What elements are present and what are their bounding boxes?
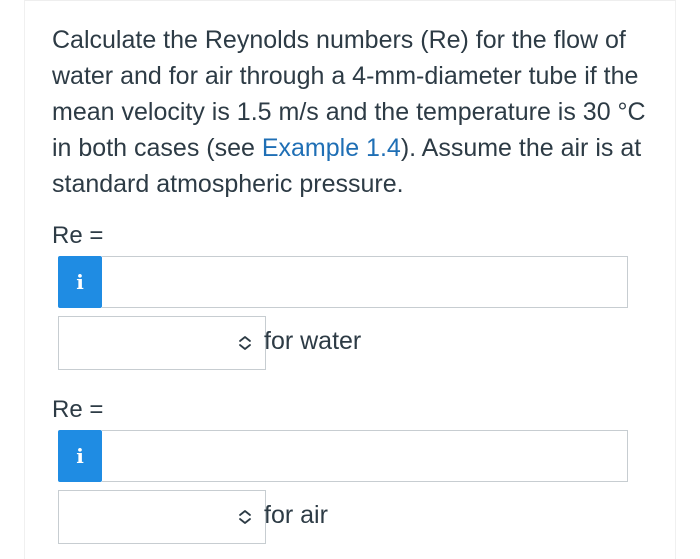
info-icon: i — [76, 270, 84, 294]
re-label-air: Re = — [52, 396, 104, 423]
answer-row-air: i — [58, 430, 630, 482]
info-button-water[interactable]: i — [58, 256, 102, 308]
re-input-air[interactable] — [102, 430, 628, 482]
info-icon: i — [76, 444, 84, 468]
answer-row-water: i — [58, 256, 630, 308]
example-link[interactable]: Example 1.4 — [262, 134, 401, 162]
up-down-chevron-icon[interactable] — [238, 335, 252, 355]
info-button-air[interactable]: i — [58, 430, 102, 482]
question-text: Calculate the Reynolds numbers (Re) for … — [52, 22, 662, 202]
up-down-chevron-icon[interactable] — [238, 509, 252, 529]
re-label-water: Re = — [52, 222, 104, 249]
suffix-water: for water — [264, 327, 362, 355]
unit-select-water[interactable] — [58, 316, 266, 370]
re-input-water[interactable] — [102, 256, 628, 308]
unit-select-air[interactable] — [58, 490, 266, 544]
suffix-air: for air — [264, 501, 328, 529]
